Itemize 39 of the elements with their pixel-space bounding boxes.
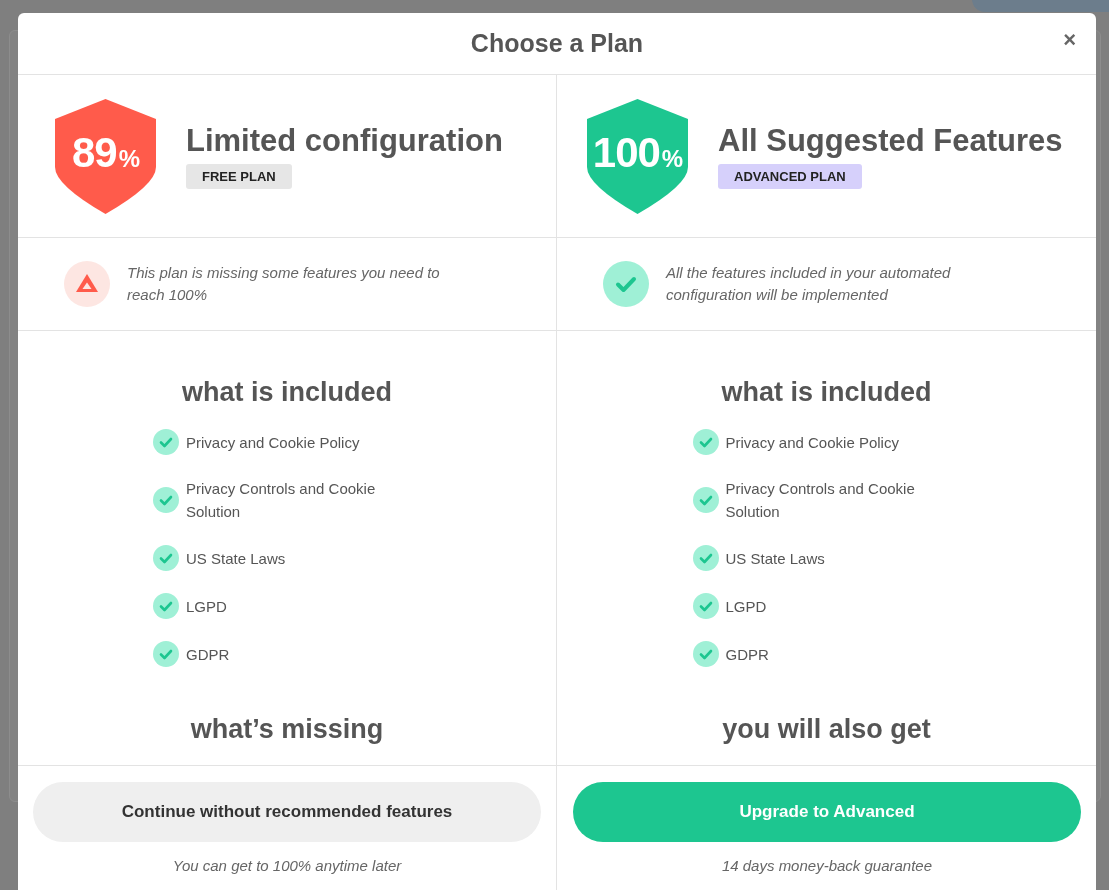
note-text: All the features included in your automated configuration will be implemented: [666, 263, 952, 305]
check-icon: [692, 429, 719, 455]
check-icon: [153, 641, 179, 667]
check-icon: [692, 641, 719, 667]
close-button[interactable]: ×: [1061, 29, 1078, 51]
caption-text: You can get to 100% anytime later: [172, 856, 402, 876]
feature-label: GDPR: [186, 644, 230, 665]
feature-label: Privacy Controls and Cookie Solution: [725, 479, 916, 522]
section-heading: what is included: [182, 377, 392, 407]
caption-text: 14 days money-back guarantee: [721, 856, 933, 876]
plan-badge: ADVANCED PLAN: [718, 163, 862, 190]
score-text: 100%: [592, 132, 683, 174]
feature-label: Privacy and Cookie Policy: [725, 432, 899, 453]
check-icon: [153, 429, 179, 455]
warning-icon: [64, 261, 110, 307]
section-heading: what’s missing: [190, 714, 384, 744]
check-icon: [153, 487, 179, 513]
check-icon: [692, 593, 719, 619]
plan-title: Limited configuration: [186, 122, 503, 159]
feature-label: US State Laws: [186, 548, 286, 569]
feature-label: GDPR: [725, 644, 769, 665]
check-icon: [153, 593, 179, 619]
plan-title: All Suggested Features: [718, 122, 1063, 159]
dialog-title: Choose a Plan: [470, 27, 644, 59]
check-icon: [603, 261, 649, 307]
plan-badge: FREE PLAN: [186, 163, 292, 190]
feature-label: US State Laws: [725, 548, 825, 569]
check-icon: [153, 545, 179, 571]
section-heading: you will also get: [722, 714, 931, 744]
feature-label: LGPD: [725, 596, 767, 617]
score-text: 89%: [71, 132, 140, 174]
section-heading: what is included: [721, 377, 932, 407]
feature-label: Privacy and Cookie Policy: [186, 432, 360, 453]
note-text: This plan is missing some features you need to reach 100%: [127, 263, 441, 305]
plan-button[interactable]: Continue without recommended features: [33, 782, 541, 842]
feature-label: LGPD: [186, 596, 227, 617]
feature-label: Privacy Controls and Cookie Solution: [186, 479, 377, 522]
check-icon: [692, 487, 719, 513]
check-icon: [692, 545, 719, 571]
